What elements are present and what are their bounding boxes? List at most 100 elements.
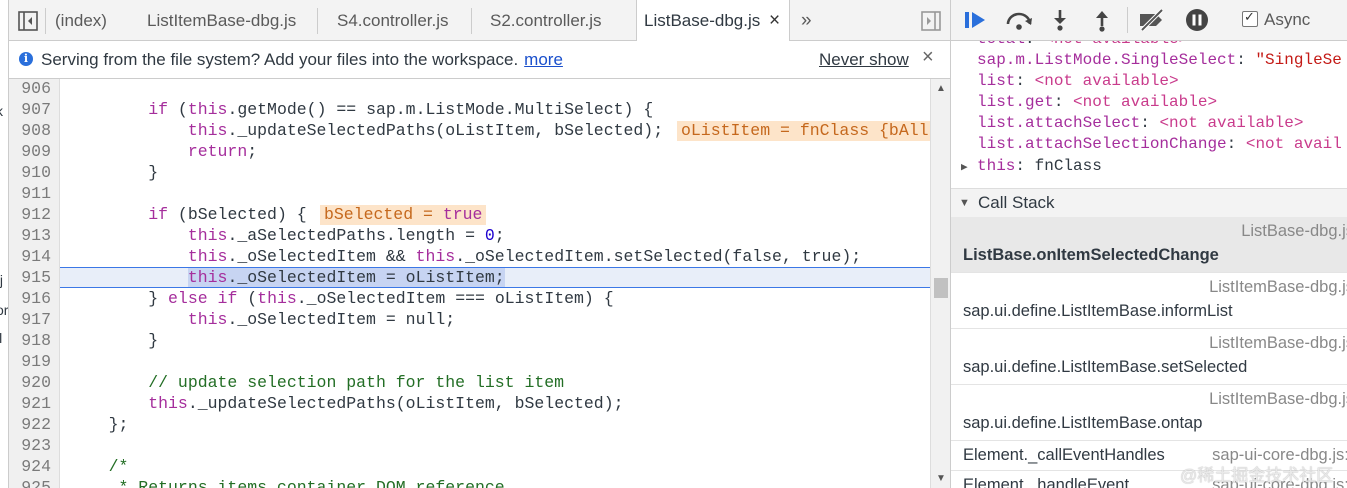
- debugger-toggle-icon[interactable]: [920, 0, 944, 40]
- code-line[interactable]: 917 this._oSelectedItem = null;: [9, 309, 930, 330]
- line-number[interactable]: 921: [9, 393, 60, 414]
- scope-variable[interactable]: list: <not available>: [977, 71, 1179, 92]
- line-number[interactable]: 924: [9, 456, 60, 477]
- code-line[interactable]: 916 } else if (this._oSelectedItem === o…: [9, 288, 930, 309]
- line-number-text: 917: [21, 310, 51, 329]
- line-number-text: 919: [21, 352, 51, 371]
- watermark: @稀土掘金技术社区: [1180, 466, 1334, 485]
- checkbox-icon[interactable]: [1242, 9, 1258, 27]
- tab-index[interactable]: (index): [55, 0, 107, 40]
- code-line[interactable]: 925 * Returns items container DOM refere…: [9, 477, 930, 488]
- line-number-text: 907: [21, 100, 51, 119]
- line-number[interactable]: 908: [9, 120, 60, 141]
- line-number[interactable]: 917: [9, 309, 60, 330]
- tab-listitembase-dbg[interactable]: ListItemBase-dbg.js: [147, 0, 296, 40]
- tab-overflow-button[interactable]: »: [801, 0, 812, 40]
- scope-variable[interactable]: list.attachSelect: <not available>: [977, 113, 1303, 134]
- line-number[interactable]: 920: [9, 372, 60, 393]
- code-line[interactable]: 920 // update selection path for the lis…: [9, 372, 930, 393]
- step-into-icon[interactable]: [1048, 8, 1072, 32]
- inline-value-value: true: [442, 205, 483, 224]
- scroll-down-icon[interactable]: ▼: [936, 473, 946, 484]
- line-number-text: 916: [21, 289, 51, 308]
- sidebar-toggle-icon[interactable]: [17, 0, 41, 40]
- scope-this-row[interactable]: this: fnClass: [977, 156, 1102, 177]
- line-number[interactable]: 906: [9, 79, 60, 99]
- line-number[interactable]: 907: [9, 99, 60, 120]
- line-number[interactable]: 922: [9, 414, 60, 435]
- editor-scrollbar[interactable]: ▲ ▼: [930, 79, 951, 488]
- close-infobar-icon[interactable]: ×: [922, 46, 934, 69]
- deactivate-breakpoints-icon[interactable]: [1137, 8, 1167, 32]
- code-line[interactable]: 908 this._updateSelectedPaths(oListItem,…: [9, 120, 930, 141]
- collapse-triangle-icon[interactable]: ▼: [959, 189, 970, 217]
- current-execution-line[interactable]: 915 this._oSelectedItem = oListItem;: [9, 267, 930, 288]
- line-number[interactable]: 912: [9, 204, 60, 225]
- code-text: this._oSelectedItem && this._oSelectedIt…: [187, 247, 862, 266]
- call-frame[interactable]: ListItemBase-dbg.js sap.ui.define.ListIte…: [951, 329, 1347, 385]
- step-out-icon[interactable]: [1090, 8, 1114, 32]
- scope-variable[interactable]: sap.m.ListMode.SingleSelect: "SingleSe: [977, 50, 1342, 71]
- tab-label: ListItemBase-dbg.js: [147, 11, 297, 30]
- line-number[interactable]: 919: [9, 351, 60, 372]
- tab-listbase-dbg[interactable]: ListBase-dbg.js ×: [636, 0, 790, 41]
- variable-name: list.get: [977, 93, 1054, 111]
- call-frame-selected[interactable]: ListBase-dbg.js ListBase.onItemSelectedCh…: [951, 217, 1347, 273]
- frame-function-name: sap.ui.define.ListItemBase.informList: [963, 302, 1233, 320]
- code-line[interactable]: 911: [9, 183, 930, 204]
- code-line[interactable]: 913 this._aSelectedPaths.length = 0;: [9, 225, 930, 246]
- line-number[interactable]: 925: [9, 477, 60, 488]
- code-text: /*: [69, 457, 129, 476]
- code-line[interactable]: 910 }: [9, 162, 930, 183]
- resume-icon[interactable]: [963, 8, 987, 32]
- frame-location: ListItemBase-dbg.js: [1209, 334, 1347, 352]
- code-line[interactable]: 919: [9, 351, 930, 372]
- code-line[interactable]: 906: [9, 79, 930, 99]
- close-tab-icon[interactable]: ×: [769, 10, 780, 31]
- scroll-up-icon[interactable]: ▲: [936, 83, 946, 94]
- line-number[interactable]: 914: [9, 246, 60, 267]
- frame-function-name: Element._callEventHandles: [963, 446, 1165, 464]
- line-number[interactable]: 910: [9, 162, 60, 183]
- line-number[interactable]: 913: [9, 225, 60, 246]
- scrollbar-thumb[interactable]: [934, 278, 948, 298]
- line-number[interactable]: 918: [9, 330, 60, 351]
- separator: :: [1015, 157, 1035, 175]
- scope-variable[interactable]: total: <not available>: [977, 41, 1188, 50]
- more-link[interactable]: more: [524, 50, 563, 69]
- code-line[interactable]: 914 this._oSelectedItem && this._oSelect…: [9, 246, 930, 267]
- pause-on-exceptions-icon[interactable]: [1185, 8, 1209, 32]
- code-text: this._updateSelectedPaths(oListItem, bSe…: [187, 121, 664, 140]
- line-number[interactable]: 909: [9, 141, 60, 162]
- code-line[interactable]: 924 /*: [9, 456, 930, 477]
- async-checkbox[interactable]: Async: [1242, 9, 1311, 30]
- separator: :: [1053, 93, 1074, 111]
- expand-triangle-icon[interactable]: ▶: [961, 160, 968, 174]
- line-number[interactable]: 911: [9, 183, 60, 204]
- scope-variable[interactable]: list.attachSelectionChange: <not avail: [977, 134, 1342, 155]
- line-number[interactable]: 915: [9, 267, 60, 288]
- tab-s2-controller[interactable]: S2.controller.js: [490, 0, 602, 40]
- code-line[interactable]: 923: [9, 435, 930, 456]
- code-line[interactable]: 921 this._updateSelectedPaths(oListItem,…: [9, 393, 930, 414]
- code-line[interactable]: 907 if (this.getMode() == sap.m.ListMode…: [9, 99, 930, 120]
- code-area[interactable]: 906 907 if (this.getMode() == sap.m.ListM…: [9, 79, 930, 488]
- code-line[interactable]: 912 if (bSelected) {bSelected = true: [9, 204, 930, 225]
- line-number[interactable]: 923: [9, 435, 60, 456]
- code-line[interactable]: 909 return;: [9, 141, 930, 162]
- call-frame[interactable]: ListItemBase-dbg.js sap.ui.define.ListIte…: [951, 385, 1347, 441]
- line-number[interactable]: 916: [9, 288, 60, 309]
- scope-variable[interactable]: list.get: <not available>: [977, 92, 1217, 113]
- code-text: if (this.getMode() == sap.m.ListMode.Mul…: [148, 100, 654, 119]
- tab-s4-controller[interactable]: S4.controller.js: [337, 0, 449, 40]
- code-text: this._oSelectedItem = null;: [187, 310, 456, 329]
- code-line[interactable]: 922 };: [9, 414, 930, 435]
- step-over-icon[interactable]: [1004, 8, 1034, 32]
- call-frame[interactable]: ListItemBase-dbg.js sap.ui.define.ListIte…: [951, 273, 1347, 329]
- code-text: return;: [187, 142, 258, 161]
- separator: :: [1226, 135, 1246, 153]
- never-show-link[interactable]: Never show: [819, 50, 909, 70]
- async-label: Async: [1264, 10, 1311, 29]
- call-stack-header[interactable]: ▼ Call Stack: [951, 188, 1347, 218]
- code-line[interactable]: 918 }: [9, 330, 930, 351]
